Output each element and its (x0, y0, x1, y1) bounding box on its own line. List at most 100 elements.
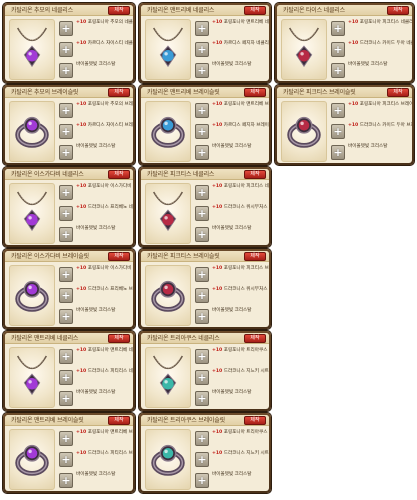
craft-button[interactable]: 제작 (108, 88, 130, 97)
material-label: +10 드라코니스 피티리스 브레이슬릿 (76, 451, 133, 457)
material-label: 바이올렛빛 크리스탈 (76, 226, 133, 232)
add-material-button[interactable]: + (59, 431, 73, 446)
material-label: +10 포링포니아 트리아쿠스 브레이슬릿 (212, 430, 269, 436)
add-material-button[interactable]: + (195, 185, 209, 200)
add-material-button[interactable]: + (59, 370, 73, 385)
add-material-button[interactable]: + (59, 309, 73, 324)
material-name: 바이올렛빛 크리스탈 (212, 226, 252, 231)
craft-button[interactable]: 제작 (244, 170, 266, 179)
craft-button[interactable]: 제작 (108, 252, 130, 261)
add-material-button[interactable]: + (195, 206, 209, 221)
add-material-button[interactable]: + (59, 349, 73, 364)
material-name: 포링포니아 트리아쿠스 브레이슬릿 (223, 430, 269, 435)
add-material-button[interactable]: + (59, 42, 73, 57)
recipe-header: 카탈리온 피크티스 브레이슬릿 제작 (141, 251, 269, 262)
add-material-button[interactable]: + (59, 227, 73, 242)
material-name: 바이올렛빛 크리스탈 (76, 62, 116, 67)
add-material-button[interactable]: + (195, 267, 209, 282)
item-image (9, 347, 55, 408)
add-material-button[interactable]: + (195, 349, 209, 364)
add-material-button[interactable]: + (331, 42, 345, 57)
add-material-button[interactable]: + (331, 21, 345, 36)
add-material-button[interactable]: + (195, 21, 209, 36)
add-material-button[interactable]: + (195, 124, 209, 139)
recipe-card-body: 카탈리온 피크티스 브레이슬릿 제작 + +10 포링포니아 피크티스 브레이슬… (277, 87, 412, 163)
recipe-card-body: 카탈리온 피크티스 네클리스 제작 + +10 포링포니아 피크티스 네클리스 … (141, 169, 269, 245)
material-label: +10 드라코니스 카이드 두아 네클리스 (348, 41, 412, 47)
recipe-header: 카탈리온 추모의 네클리스 제작 (5, 5, 133, 16)
material-name: 바이올렛빛 크리스탈 (76, 308, 116, 313)
material-name: 포링포니아 이스가다비 브레이슬릿 (87, 266, 133, 271)
add-material-button[interactable]: + (59, 145, 73, 160)
recipe-card-body: 카탈리온 맨트리베 네클리스 제작 + +10 포링포니아 맨트리베 네클리스 … (5, 333, 133, 409)
add-material-button[interactable]: + (195, 288, 209, 303)
add-material-button[interactable]: + (331, 63, 345, 78)
material-label: +10 포링포니아 피크티스 네클리스 (348, 20, 412, 26)
recipe-header: 카탈리온 이스가다비 브레이슬릿 제작 (5, 251, 133, 262)
add-material-button[interactable]: + (59, 21, 73, 36)
craft-button[interactable]: 제작 (244, 416, 266, 425)
add-material-button[interactable]: + (59, 288, 73, 303)
material-enhance-level: +10 (212, 205, 223, 210)
add-material-button[interactable]: + (59, 63, 73, 78)
add-material-button[interactable]: + (331, 103, 345, 118)
add-material-button[interactable]: + (195, 431, 209, 446)
material-name: 드라코니스 카이드 두아 브레이슬릿 (359, 123, 412, 128)
material-label: +10 포링포니아 피크티스 브레이슬릿 (212, 266, 269, 272)
material-name: 포링포니아 트리아쿠스 네클리스 (223, 348, 269, 353)
craft-button[interactable]: 제작 (108, 334, 130, 343)
recipe-header: 카탈리온 맨트리베 브레이슬릿 제작 (141, 87, 269, 98)
craft-button[interactable]: 제작 (108, 170, 130, 179)
craft-button[interactable]: 제작 (387, 6, 409, 15)
material-name: 바이올렛빛 크리스탈 (212, 472, 252, 477)
add-material-button[interactable]: + (195, 145, 209, 160)
material-enhance-level: +10 (76, 20, 87, 25)
material-name: 카르디스 페지자 브레이슬릿 (223, 123, 269, 128)
recipe-card: 카탈리온 피크티스 브레이슬릿 제작 + +10 포링포니아 피크티스 브레이슬… (139, 249, 271, 329)
craft-button[interactable]: 제작 (244, 88, 266, 97)
add-material-button[interactable]: + (195, 473, 209, 488)
add-material-button[interactable]: + (59, 206, 73, 221)
material-label: +10 포링포니아 피크티스 브레이슬릿 (348, 102, 412, 108)
craft-button[interactable]: 제작 (244, 252, 266, 261)
recipe-header: 카탈리온 맨트리베 브레이슬릿 제작 (5, 415, 133, 426)
craft-button[interactable]: 제작 (108, 6, 130, 15)
material-label: +10 드라코니스 카이드 두아 브레이슬릿 (348, 123, 412, 129)
material-name: 포링포니아 피크티스 브레이슬릿 (359, 102, 412, 107)
add-material-button[interactable]: + (195, 42, 209, 57)
recipe-title: 카탈리온 맨트리베 네클리스 (147, 7, 215, 14)
craft-button[interactable]: 제작 (108, 416, 130, 425)
material-label: 바이올렛빛 크리스탈 (212, 144, 269, 150)
add-material-button[interactable]: + (331, 145, 345, 160)
add-material-button[interactable]: + (59, 124, 73, 139)
material-label: +10 포링포니아 트리아쿠스 네클리스 (212, 348, 269, 354)
add-material-button[interactable]: + (195, 103, 209, 118)
material-label: +10 포링포니아 추모의 브레이슬릿 (76, 102, 133, 108)
craft-button[interactable]: 제작 (387, 88, 409, 97)
add-material-button[interactable]: + (59, 473, 73, 488)
material-enhance-level: +10 (76, 430, 87, 435)
material-label: +10 드라코니스 지느키 시트 네클리스 (212, 369, 269, 375)
recipe-card: 카탈리온 이스가다비 브레이슬릿 제작 + +10 포링포니아 이스가다비 브레… (3, 249, 135, 329)
add-material-button[interactable]: + (195, 370, 209, 385)
recipe-card: 카탈리온 피크티스 네클리스 제작 + +10 포링포니아 피크티스 네클리스 … (139, 167, 271, 247)
material-enhance-level: +10 (76, 205, 87, 210)
add-material-button[interactable]: + (331, 124, 345, 139)
add-material-button[interactable]: + (195, 227, 209, 242)
add-material-button[interactable]: + (195, 63, 209, 78)
add-material-button[interactable]: + (195, 391, 209, 406)
craft-button[interactable]: 제작 (244, 6, 266, 15)
add-material-button[interactable]: + (195, 452, 209, 467)
add-material-button[interactable]: + (195, 309, 209, 324)
material-label: +10 포링포니아 맨트리베 네클리스 (212, 20, 269, 26)
craft-button[interactable]: 제작 (244, 334, 266, 343)
add-material-button[interactable]: + (59, 452, 73, 467)
add-material-button[interactable]: + (59, 391, 73, 406)
add-material-button[interactable]: + (59, 267, 73, 282)
material-label: +10 포링포니아 피크티스 네클리스 (212, 184, 269, 190)
material-enhance-level: +10 (76, 369, 87, 374)
add-material-button[interactable]: + (59, 185, 73, 200)
recipe-card-body: 카탈리온 이스가다비 네클리스 제작 + +10 포링포니아 이스가다비 네클리… (5, 169, 133, 245)
add-material-button[interactable]: + (59, 103, 73, 118)
item-image (145, 183, 191, 244)
